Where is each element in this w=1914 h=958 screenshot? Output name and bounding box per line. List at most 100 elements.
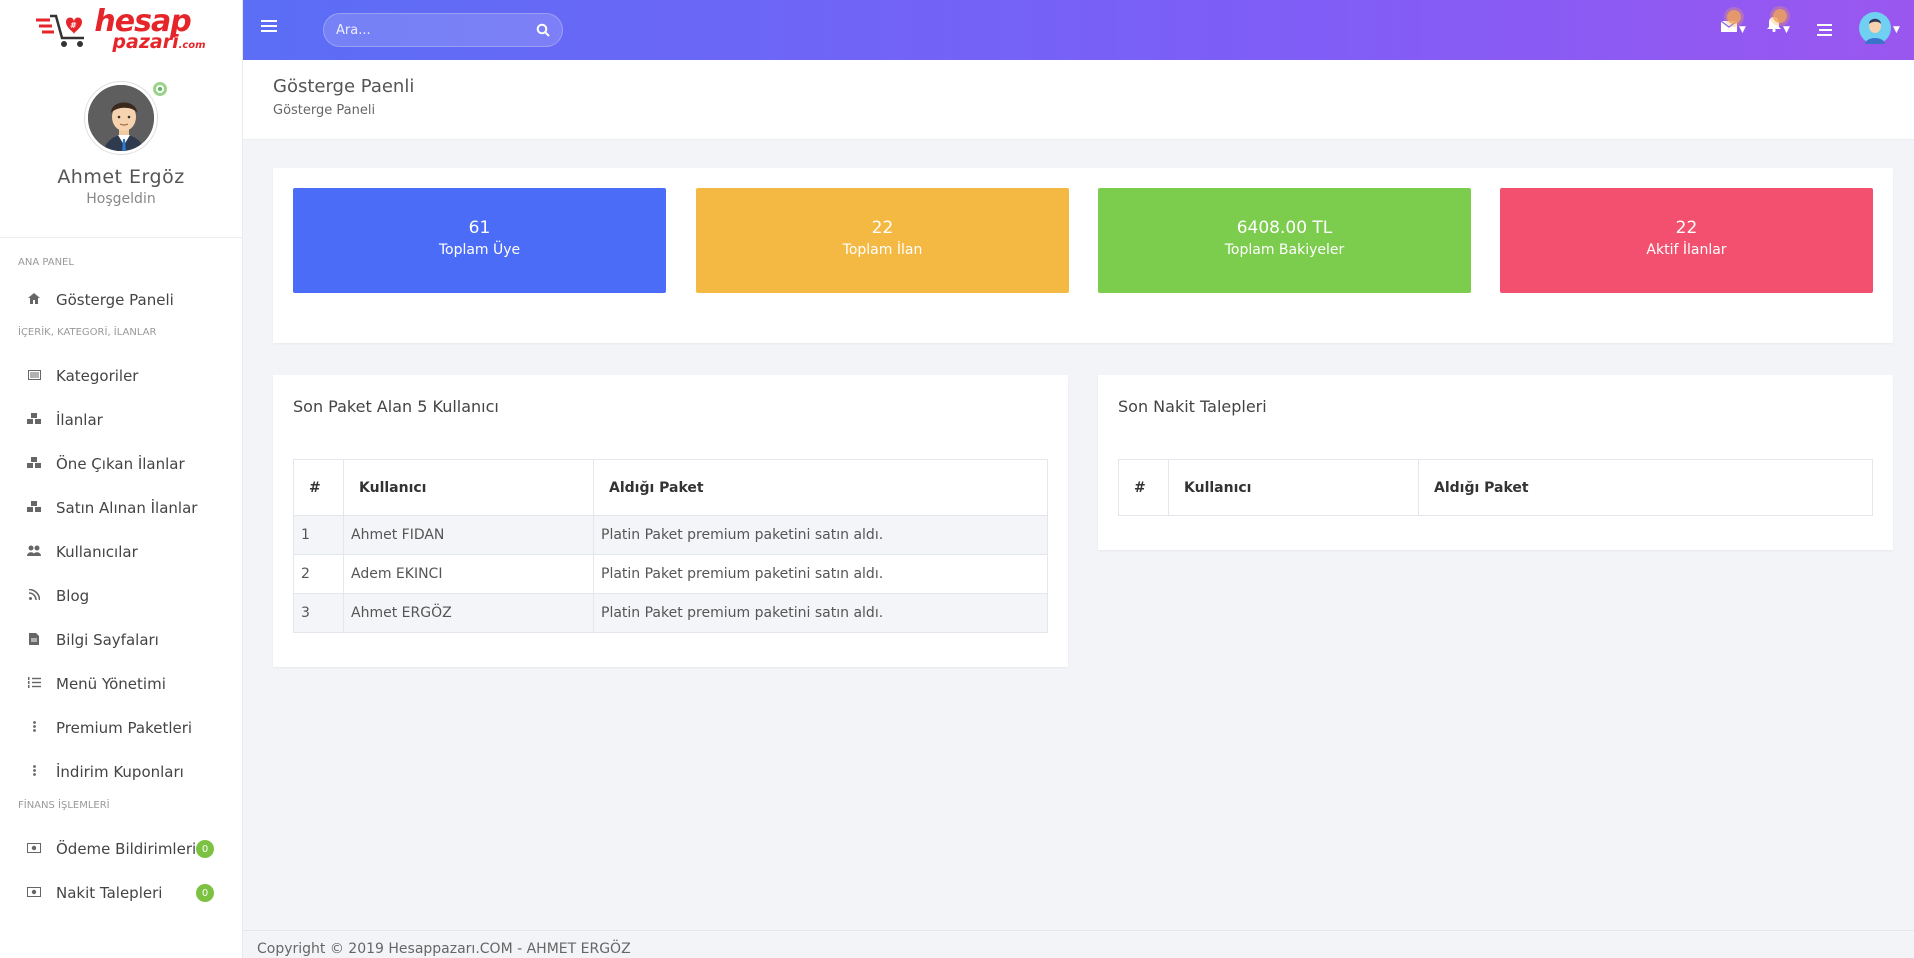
column-header: Aldığı Paket bbox=[1418, 459, 1873, 516]
stat-value: 6408.00 TL bbox=[1236, 218, 1333, 238]
sidebar-item-label: Kategoriler bbox=[56, 367, 139, 385]
table-cell: 2 bbox=[293, 554, 344, 594]
page-header: Gösterge Paenli Gösterge Paneli bbox=[243, 60, 1914, 140]
stat-label: Toplam Bakiyeler bbox=[1224, 242, 1345, 258]
user-avatar-icon bbox=[88, 85, 154, 151]
messages-dropdown[interactable]: ▼ bbox=[1720, 10, 1746, 36]
cubes-icon bbox=[26, 413, 42, 427]
menu-toggle-icon[interactable] bbox=[261, 20, 277, 34]
sidebar-item-cash-requests[interactable]: Nakit Talepleri 0 bbox=[0, 871, 242, 915]
search-input[interactable] bbox=[324, 14, 524, 46]
stats-card: 61 Toplam Üye 22 Toplam İlan 6408.00 TL … bbox=[273, 168, 1893, 343]
cart-icon: # bbox=[36, 14, 85, 47]
stat-label: Toplam Üye bbox=[438, 242, 521, 258]
stat-total-members[interactable]: 61 Toplam Üye bbox=[293, 188, 666, 293]
sidebar: # hesap pazari.com Ahmet Ergöz Hoşgeldin… bbox=[0, 0, 243, 958]
money-icon bbox=[26, 842, 42, 856]
sidebar-item-premium-packages[interactable]: Premium Paketleri bbox=[0, 706, 242, 750]
section-title-finance: FİNANS İŞLEMLERİ bbox=[18, 800, 110, 811]
page-title: Gösterge Paenli bbox=[273, 76, 415, 97]
list-alt-icon bbox=[26, 369, 42, 383]
stat-value: 22 bbox=[1675, 218, 1698, 238]
sidebar-item-info-pages[interactable]: Bilgi Sayfaları bbox=[0, 618, 242, 662]
column-header: Kullanıcı bbox=[343, 459, 594, 516]
table-cell: Ahmet ERGÖZ bbox=[343, 593, 594, 633]
sidebar-item-label: İndirim Kuponları bbox=[56, 763, 184, 781]
stat-label: Aktif İlanlar bbox=[1646, 242, 1727, 258]
profile-block: Ahmet Ergöz Hoşgeldin bbox=[0, 60, 242, 238]
sidebar-item-label: Menü Yönetimi bbox=[56, 675, 166, 693]
notification-pulse-icon bbox=[1727, 10, 1741, 24]
cubes-icon bbox=[26, 457, 42, 471]
breadcrumb[interactable]: Gösterge Paneli bbox=[273, 103, 1884, 118]
count-badge: 0 bbox=[196, 840, 214, 858]
brand-logo[interactable]: # hesap pazari.com bbox=[0, 0, 242, 60]
stat-total-listings[interactable]: 22 Toplam İlan bbox=[696, 188, 1069, 293]
sidebar-item-featured-listings[interactable]: Öne Çıkan İlanlar bbox=[0, 442, 242, 486]
sidebar-item-purchased-listings[interactable]: Satın Alınan İlanlar bbox=[0, 486, 242, 530]
stat-label: Toplam İlan bbox=[842, 242, 923, 258]
table-cell: Platin Paket premium paketini satın aldı… bbox=[593, 554, 1048, 594]
sidebar-item-label: Premium Paketleri bbox=[56, 719, 193, 737]
sidebar-item-label: Gösterge Paneli bbox=[56, 291, 174, 309]
sidebar-item-label: Ödeme Bildirimleri bbox=[56, 840, 197, 858]
sidebar-item-listings[interactable]: İlanlar bbox=[0, 398, 242, 442]
list-toggle-icon[interactable] bbox=[1817, 22, 1832, 40]
cash-requests-panel: Son Nakit Talepleri # Kullanıcı Aldığı P… bbox=[1098, 375, 1893, 550]
list-ol-icon bbox=[26, 677, 42, 691]
search-icon[interactable] bbox=[536, 23, 550, 37]
count-badge: 0 bbox=[196, 884, 214, 902]
notifications-dropdown[interactable]: ▼ bbox=[1767, 9, 1790, 36]
sidebar-item-blog[interactable]: Blog bbox=[0, 574, 242, 618]
table-cell: Adem EKINCI bbox=[343, 554, 594, 594]
rss-icon bbox=[26, 588, 42, 603]
sidebar-item-label: İlanlar bbox=[56, 411, 103, 429]
logo-sub-text: pazari bbox=[112, 30, 179, 53]
top-navbar: ▼ ▼ ▼ bbox=[243, 0, 1914, 60]
money-icon bbox=[26, 886, 42, 900]
table-cell: Ahmet FIDAN bbox=[343, 515, 594, 555]
chevron-down-icon: ▼ bbox=[1739, 25, 1746, 35]
sidebar-item-label: Satın Alınan İlanlar bbox=[56, 499, 198, 517]
table-row: 3 Ahmet ERGÖZ Platin Paket premium paket… bbox=[293, 593, 1048, 633]
file-text-icon bbox=[26, 632, 42, 648]
sidebar-item-categories[interactable]: Kategoriler bbox=[0, 354, 242, 398]
table-row: 1 Ahmet FIDAN Platin Paket premium paket… bbox=[293, 515, 1048, 555]
chevron-down-icon: ▼ bbox=[1783, 25, 1790, 35]
sidebar-item-dashboard[interactable]: Gösterge Paneli bbox=[0, 278, 242, 322]
avatar[interactable] bbox=[85, 82, 157, 154]
table-row: 2 Adem EKINCI Platin Paket premium paket… bbox=[293, 554, 1048, 594]
cubes-icon bbox=[26, 501, 42, 515]
table-cell: 3 bbox=[293, 593, 344, 633]
sidebar-item-label: Bilgi Sayfaları bbox=[56, 631, 159, 649]
online-status-icon bbox=[153, 82, 167, 96]
stat-total-balances[interactable]: 6408.00 TL Toplam Bakiyeler bbox=[1098, 188, 1471, 293]
profile-greeting: Hoşgeldin bbox=[86, 191, 156, 207]
sidebar-item-users[interactable]: Kullanıcılar bbox=[0, 530, 242, 574]
sidebar-item-discount-coupons[interactable]: İndirim Kuponları bbox=[0, 750, 242, 794]
sidebar-item-label: Öne Çıkan İlanlar bbox=[56, 455, 185, 473]
sidebar-item-menu-management[interactable]: Menü Yönetimi bbox=[0, 662, 242, 706]
recent-packages-table: # Kullanıcı Aldığı Paket 1 Ahmet FIDAN P… bbox=[293, 459, 1048, 633]
section-title-main: ANA PANEL bbox=[18, 257, 74, 268]
stat-active-listings[interactable]: 22 Aktif İlanlar bbox=[1500, 188, 1873, 293]
panel-title: Son Paket Alan 5 Kullanıcı bbox=[293, 397, 499, 416]
section-title-content: İÇERİK, KATEGORİ, İLANLAR bbox=[18, 327, 157, 338]
cash-requests-table: # Kullanıcı Aldığı Paket bbox=[1118, 459, 1873, 516]
user-avatar-icon bbox=[1859, 12, 1891, 44]
search-box bbox=[323, 13, 563, 47]
stat-value: 22 bbox=[871, 218, 894, 238]
recent-packages-panel: Son Paket Alan 5 Kullanıcı # Kullanıcı A… bbox=[273, 375, 1068, 667]
ellipsis-v-icon bbox=[26, 721, 42, 735]
footer: Copyright © 2019 Hesappazarı.COM - AHMET… bbox=[243, 930, 1914, 958]
sidebar-item-payment-notifications[interactable]: Ödeme Bildirimleri 0 bbox=[0, 827, 242, 871]
profile-name: Ahmet Ergöz bbox=[57, 166, 185, 188]
table-cell: 1 bbox=[293, 515, 344, 555]
column-header: # bbox=[1118, 459, 1169, 516]
sidebar-item-label: Kullanıcılar bbox=[56, 543, 138, 561]
panel-title: Son Nakit Talepleri bbox=[1118, 397, 1267, 416]
user-menu-dropdown[interactable]: ▼ bbox=[1859, 12, 1900, 48]
home-icon bbox=[26, 293, 42, 307]
table-cell: Platin Paket premium paketini satın aldı… bbox=[593, 593, 1048, 633]
stat-value: 61 bbox=[468, 218, 491, 238]
